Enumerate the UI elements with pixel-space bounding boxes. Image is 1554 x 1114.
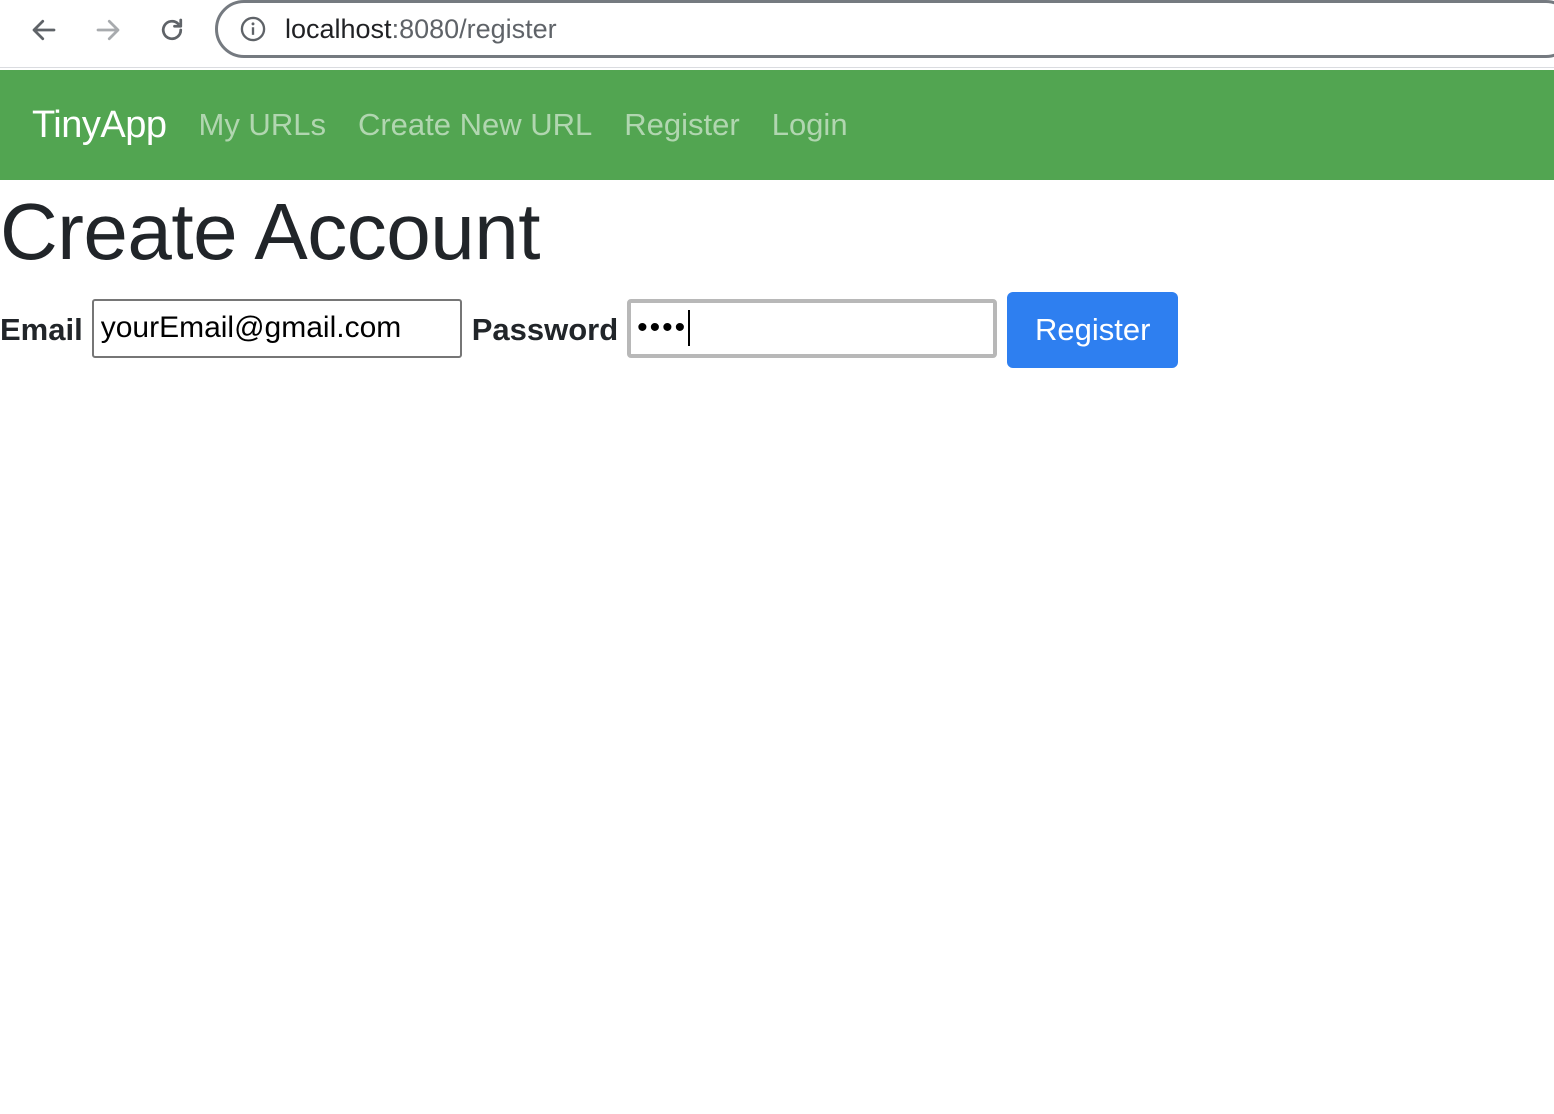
password-label: Password	[471, 312, 619, 347]
arrow-right-icon	[96, 19, 120, 41]
nav-link-my-urls[interactable]: My URLs	[183, 107, 342, 143]
nav-link-register[interactable]: Register	[608, 107, 755, 143]
register-button[interactable]: Register	[1007, 292, 1179, 368]
email-label: Email	[0, 312, 83, 347]
url-path: :8080/register	[391, 13, 557, 44]
arrow-left-icon	[32, 19, 56, 41]
nav-link-login[interactable]: Login	[756, 107, 864, 143]
brand-link[interactable]: TinyApp	[32, 104, 167, 147]
page-title: Create Account	[0, 187, 541, 276]
reload-button[interactable]	[152, 10, 192, 50]
nav-link-create-new-url[interactable]: Create New URL	[342, 107, 608, 143]
address-bar[interactable]: localhost:8080/register	[215, 0, 1554, 58]
text-caret	[688, 310, 691, 346]
address-url[interactable]: localhost:8080/register	[285, 14, 557, 45]
password-field[interactable]: ••••	[627, 298, 998, 358]
reload-icon	[161, 18, 183, 41]
email-field[interactable]	[91, 298, 462, 358]
forward-button[interactable]	[88, 10, 128, 50]
register-form: Email Password •••• Register	[0, 292, 1179, 368]
nav-links: My URLs Create New URL Register Login	[183, 107, 864, 143]
password-mask: ••••	[637, 311, 688, 344]
url-host: localhost	[285, 13, 392, 44]
info-icon[interactable]	[238, 14, 268, 44]
app-navbar: TinyApp My URLs Create New URL Register …	[0, 70, 1554, 180]
back-button[interactable]	[24, 10, 64, 50]
browser-toolbar: localhost:8080/register	[0, 0, 1554, 68]
